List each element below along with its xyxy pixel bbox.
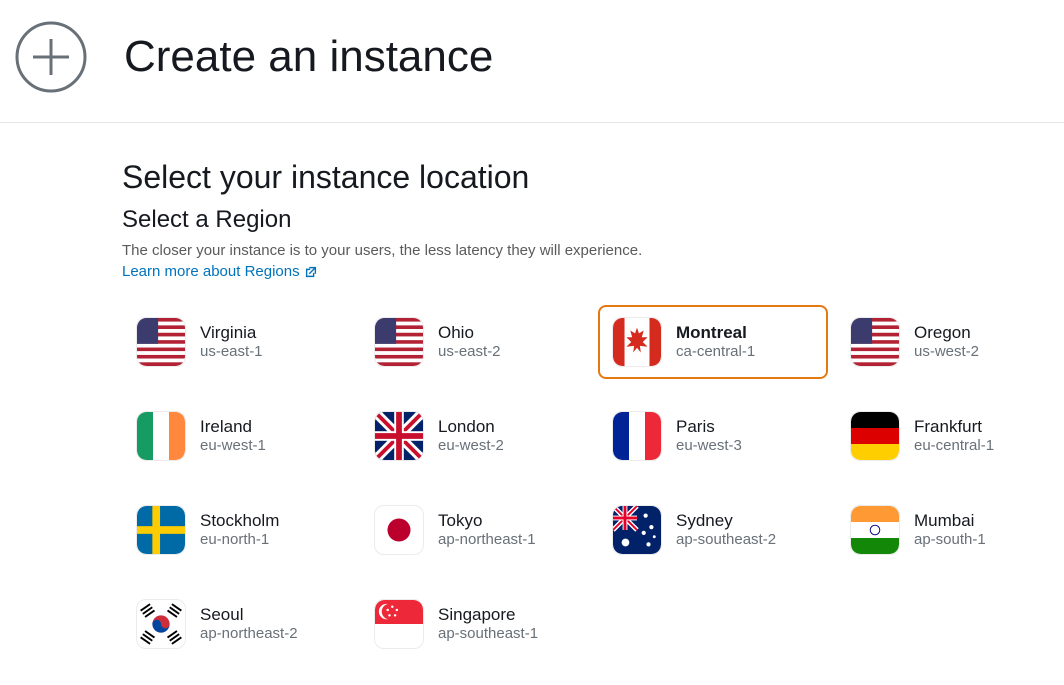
region-card-us-west-2[interactable]: Oregon us-west-2 (836, 305, 1064, 379)
region-id: ap-southeast-1 (438, 625, 538, 644)
flag-icon-us (850, 317, 900, 367)
region-card-eu-central-1[interactable]: Frankfurt eu-central-1 (836, 399, 1064, 473)
external-link-icon (304, 265, 318, 279)
region-card-ap-southeast-2[interactable]: Sydney ap-southeast-2 (598, 493, 828, 567)
region-id: us-east-1 (200, 343, 263, 362)
region-text: Ohio us-east-2 (438, 322, 501, 362)
region-card-ap-northeast-1[interactable]: Tokyo ap-northeast-1 (360, 493, 590, 567)
region-name: Sydney (676, 510, 776, 531)
region-text: Virginia us-east-1 (200, 322, 263, 362)
region-name: Frankfurt (914, 416, 994, 437)
page-header: Create an instance (0, 0, 1064, 123)
region-card-ap-northeast-2[interactable]: Seoul ap-northeast-2 (122, 587, 352, 661)
helper-text: The closer your instance is to your user… (122, 242, 1064, 259)
region-name: Ireland (200, 416, 266, 437)
flag-icon-sg (374, 599, 424, 649)
region-text: Oregon us-west-2 (914, 322, 979, 362)
region-name: Virginia (200, 322, 263, 343)
page-title: Create an instance (124, 32, 493, 82)
region-id: eu-north-1 (200, 531, 279, 550)
region-grid: Virginia us-east-1 Ohio us-east-2 Montre… (122, 305, 1064, 661)
region-id: eu-west-3 (676, 437, 742, 456)
region-text: Tokyo ap-northeast-1 (438, 510, 536, 550)
region-card-ap-south-1[interactable]: Mumbai ap-south-1 (836, 493, 1064, 567)
region-card-eu-west-2[interactable]: London eu-west-2 (360, 399, 590, 473)
region-text: Singapore ap-southeast-1 (438, 604, 538, 644)
flag-icon-au (612, 505, 662, 555)
region-name: Paris (676, 416, 742, 437)
plus-circle-icon (14, 20, 88, 94)
region-card-ca-central-1[interactable]: Montreal ca-central-1 (598, 305, 828, 379)
region-id: us-west-2 (914, 343, 979, 362)
region-name: Ohio (438, 322, 501, 343)
region-text: Sydney ap-southeast-2 (676, 510, 776, 550)
flag-icon-gb (374, 411, 424, 461)
region-text: Seoul ap-northeast-2 (200, 604, 298, 644)
flag-icon-se (136, 505, 186, 555)
flag-icon-kr (136, 599, 186, 649)
region-id: ap-northeast-1 (438, 531, 536, 550)
region-id: eu-central-1 (914, 437, 994, 456)
region-name: Seoul (200, 604, 298, 625)
learn-more-label: Learn more about Regions (122, 263, 300, 280)
region-id: ap-northeast-2 (200, 625, 298, 644)
flag-icon-ie (136, 411, 186, 461)
region-card-ap-southeast-1[interactable]: Singapore ap-southeast-1 (360, 587, 590, 661)
flag-icon-de (850, 411, 900, 461)
region-text: Frankfurt eu-central-1 (914, 416, 994, 456)
region-name: Montreal (676, 322, 755, 343)
region-id: eu-west-2 (438, 437, 504, 456)
region-name: Tokyo (438, 510, 536, 531)
region-id: ap-southeast-2 (676, 531, 776, 550)
region-card-us-east-1[interactable]: Virginia us-east-1 (122, 305, 352, 379)
flag-icon-us (136, 317, 186, 367)
region-card-us-east-2[interactable]: Ohio us-east-2 (360, 305, 590, 379)
region-id: ca-central-1 (676, 343, 755, 362)
region-text: Ireland eu-west-1 (200, 416, 266, 456)
region-id: eu-west-1 (200, 437, 266, 456)
region-name: Singapore (438, 604, 538, 625)
section-title: Select your instance location (122, 159, 1064, 196)
flag-icon-us (374, 317, 424, 367)
flag-icon-ca (612, 317, 662, 367)
region-text: Stockholm eu-north-1 (200, 510, 279, 550)
flag-icon-in (850, 505, 900, 555)
region-name: Mumbai (914, 510, 986, 531)
section-subtitle: Select a Region (122, 206, 1064, 234)
region-name: Stockholm (200, 510, 279, 531)
region-card-eu-west-3[interactable]: Paris eu-west-3 (598, 399, 828, 473)
region-name: London (438, 416, 504, 437)
region-card-eu-north-1[interactable]: Stockholm eu-north-1 (122, 493, 352, 567)
region-name: Oregon (914, 322, 979, 343)
learn-more-link[interactable]: Learn more about Regions (122, 263, 318, 280)
region-id: ap-south-1 (914, 531, 986, 550)
flag-icon-jp (374, 505, 424, 555)
region-card-eu-west-1[interactable]: Ireland eu-west-1 (122, 399, 352, 473)
flag-icon-fr (612, 411, 662, 461)
region-text: Paris eu-west-3 (676, 416, 742, 456)
region-text: Mumbai ap-south-1 (914, 510, 986, 550)
region-text: Montreal ca-central-1 (676, 322, 755, 362)
region-id: us-east-2 (438, 343, 501, 362)
region-text: London eu-west-2 (438, 416, 504, 456)
content: Select your instance location Select a R… (0, 123, 1064, 661)
